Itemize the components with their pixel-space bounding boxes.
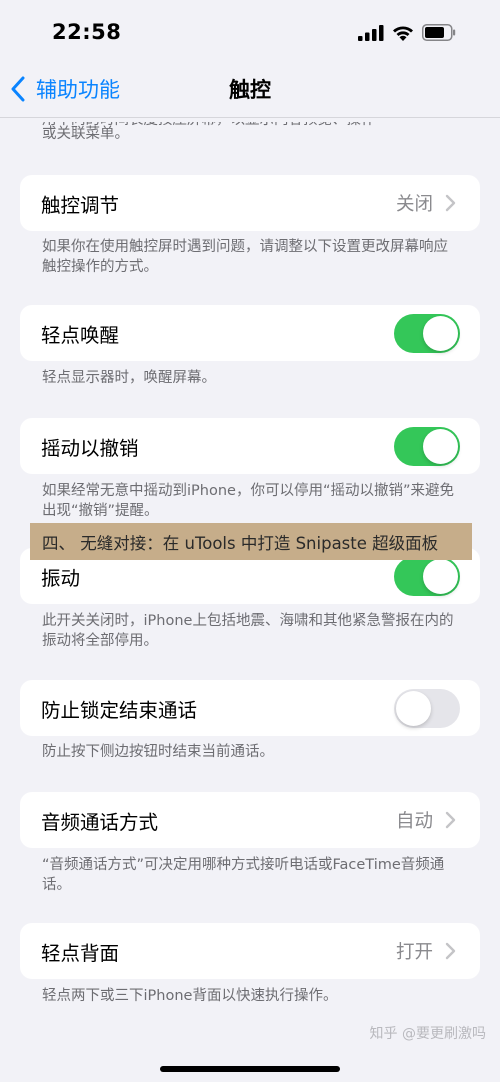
shake-to-undo-toggle[interactable]	[394, 426, 460, 466]
shake-to-undo-footer: 如果经常无意中摇动到iPhone，你可以停用“摇动以撤销”来避免出现“撤销”提醒…	[42, 483, 454, 519]
chevron-right-icon	[445, 942, 456, 960]
tap-to-wake-footer: 轻点显示器时，唤醒屏幕。	[42, 370, 216, 386]
watermark: 知乎 @要更刷激吗	[369, 1026, 486, 1042]
top-footer-line-2: 或关联菜单。	[42, 126, 129, 142]
status-time: 22:58	[52, 20, 122, 44]
vibration-footer: 此开关关闭时，iPhone上包括地震、海啸和其他紧急警报在内的振动将全部停用。	[42, 613, 454, 649]
nav-divider	[0, 117, 500, 118]
battery-icon	[422, 24, 456, 41]
status-icons	[358, 24, 456, 41]
tap-to-wake-toggle[interactable]	[394, 313, 460, 353]
call-audio-routing-row[interactable]: 音频通话方式 自动	[20, 792, 480, 848]
touch-accommodations-row[interactable]: 触控调节 关闭	[20, 175, 480, 231]
toggle-knob	[423, 558, 458, 594]
signal-icon	[358, 24, 384, 41]
shake-to-undo-row: 摇动以撤销	[20, 418, 480, 474]
back-tap-footer: 轻点两下或三下iPhone背面以快速执行操作。	[42, 988, 338, 1004]
prevent-lock-end-call-footer: 防止按下侧边按钮时结束当前通话。	[42, 744, 274, 760]
page-title: 触控	[229, 78, 271, 102]
row-label: 轻点背面	[41, 941, 120, 965]
toggle-knob	[423, 315, 458, 351]
row-label: 振动	[41, 566, 81, 590]
chevron-right-icon	[445, 194, 456, 212]
overlay-banner: 四、 无缝对接：在 uTools 中打造 Snipaste 超级面板	[30, 523, 472, 560]
row-value: 自动	[395, 811, 433, 832]
call-audio-routing-footer: “音频通话方式”可决定用哪种方式接听电话或FaceTime音频通话。	[42, 857, 445, 893]
touch-accommodations-footer: 如果你在使用触控屏时遇到问题，请调整以下设置更改屏幕响应触控操作的方式。	[42, 239, 448, 275]
chevron-right-icon	[445, 811, 456, 829]
home-indicator[interactable]	[160, 1066, 340, 1072]
prevent-lock-end-call-row: 防止锁定结束通话	[20, 680, 480, 736]
row-label: 音频通话方式	[41, 810, 159, 834]
row-label: 触控调节	[41, 193, 120, 217]
tap-to-wake-row: 轻点唤醒	[20, 305, 480, 361]
back-tap-row[interactable]: 轻点背面 打开	[20, 923, 480, 979]
row-label: 防止锁定结束通话	[41, 698, 198, 722]
row-label: 摇动以撤销	[41, 436, 139, 460]
vibration-toggle[interactable]	[394, 556, 460, 596]
row-value: 关闭	[395, 194, 433, 215]
wifi-icon	[393, 26, 413, 41]
row-label: 轻点唤醒	[41, 323, 120, 347]
row-value: 打开	[395, 942, 433, 963]
toggle-knob	[423, 428, 458, 464]
toggle-knob	[396, 690, 431, 726]
prevent-lock-end-call-toggle[interactable]	[394, 688, 460, 728]
